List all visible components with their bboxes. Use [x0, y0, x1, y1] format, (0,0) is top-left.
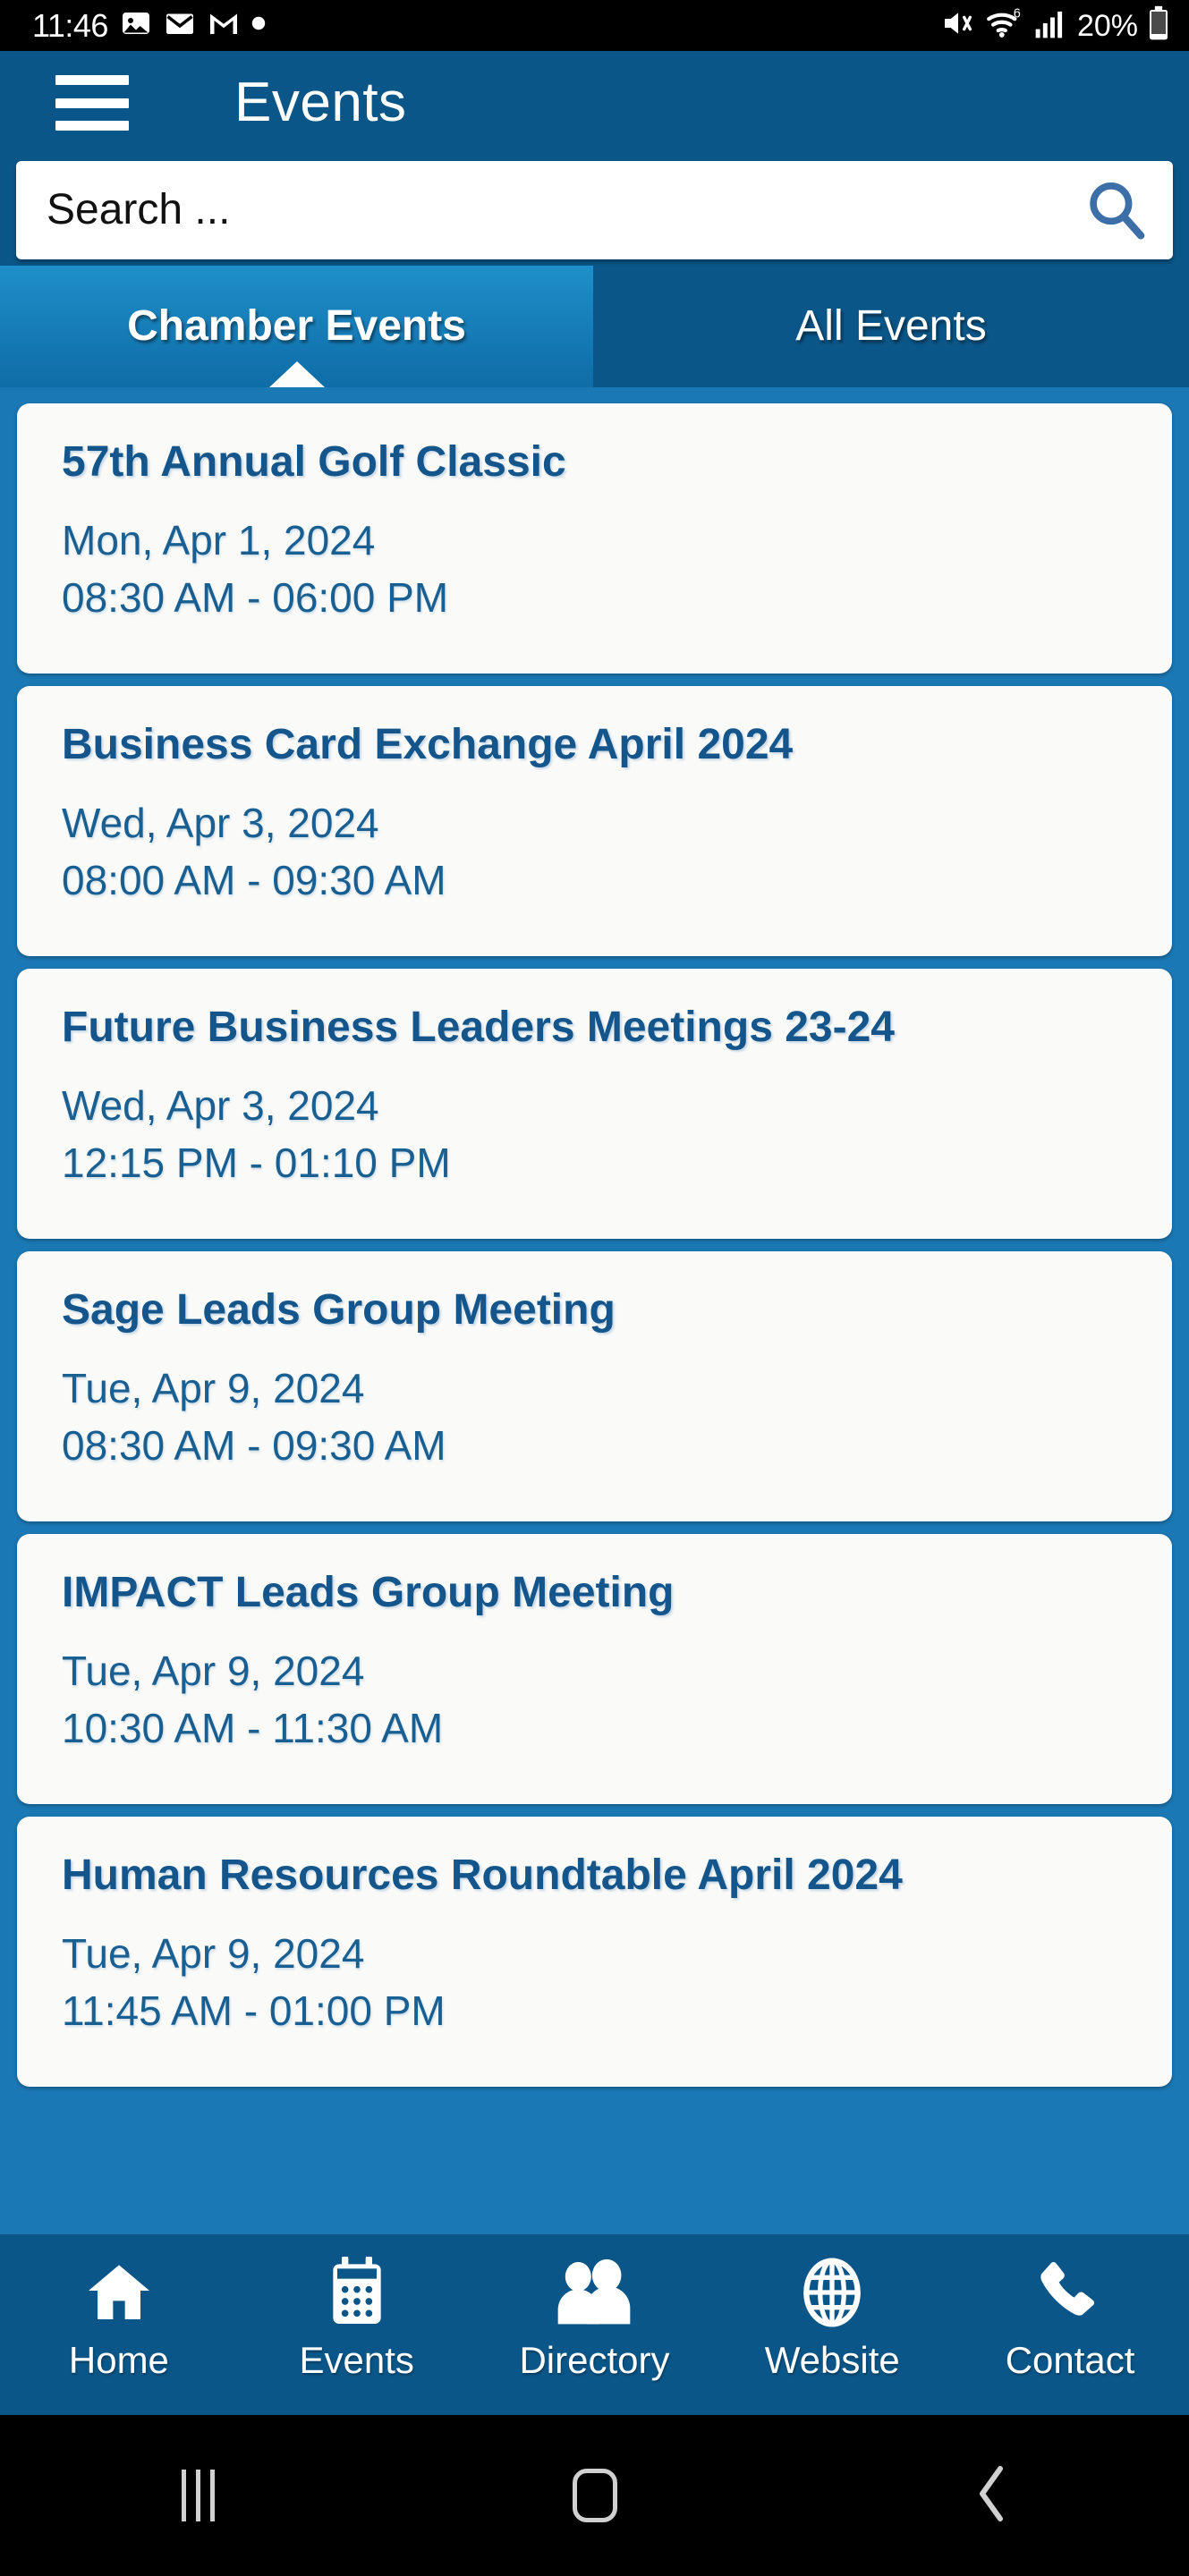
photos-icon — [120, 7, 152, 44]
event-title: Business Card Exchange April 2024 — [62, 721, 794, 768]
event-date: Wed, Apr 3, 2024 — [62, 1081, 379, 1129]
event-card[interactable]: Business Card Exchange April 2024 Wed, A… — [17, 686, 1172, 956]
event-card[interactable]: Sage Leads Group Meeting Tue, Apr 9, 202… — [17, 1251, 1172, 1521]
nav-item-contact-label: Contact — [1005, 2339, 1135, 2381]
event-title: Future Business Leaders Meetings 23-24 — [62, 1004, 895, 1051]
tab-chamber-events-label: Chamber Events — [127, 302, 466, 350]
active-tab-pointer-icon — [268, 361, 326, 388]
event-title: 57th Annual Golf Classic — [62, 438, 566, 486]
search-input[interactable]: Search ... — [16, 161, 1173, 259]
event-card[interactable]: 57th Annual Golf Classic Mon, Apr 1, 202… — [17, 403, 1172, 674]
event-date: Wed, Apr 3, 2024 — [62, 799, 379, 846]
recents-bar — [210, 2470, 215, 2521]
event-time: 10:30 AM - 11:30 AM — [62, 1704, 444, 1751]
event-time: 12:15 PM - 01:10 PM — [62, 1139, 451, 1186]
event-date: Mon, Apr 1, 2024 — [62, 516, 376, 564]
tab-all-events-label: All Events — [795, 302, 987, 350]
recents-button[interactable] — [118, 2442, 279, 2549]
nav-item-website-label: Website — [764, 2339, 900, 2381]
globe-icon — [796, 2254, 868, 2331]
battery-percent-label: 20% — [1076, 8, 1138, 43]
app-header-bar: Events — [0, 51, 1189, 155]
hamburger-line — [55, 75, 129, 85]
android-status-bar: 11:46 6 20% — [0, 0, 1189, 51]
search-icon[interactable] — [1083, 177, 1150, 243]
hamburger-line — [55, 121, 129, 131]
nav-item-directory[interactable]: Directory — [476, 2234, 714, 2415]
event-title: Sage Leads Group Meeting — [62, 1286, 616, 1334]
events-list[interactable]: 57th Annual Golf Classic Mon, Apr 1, 202… — [0, 387, 1189, 2234]
event-title: IMPACT Leads Group Meeting — [62, 1569, 675, 1616]
event-card[interactable]: IMPACT Leads Group Meeting Tue, Apr 9, 2… — [17, 1534, 1172, 1804]
hamburger-line — [55, 97, 129, 108]
android-system-nav-bar — [0, 2415, 1189, 2576]
nav-item-directory-label: Directory — [519, 2339, 670, 2381]
event-time: 08:30 AM - 09:30 AM — [62, 1421, 446, 1469]
home-button[interactable] — [514, 2442, 675, 2549]
nav-item-contact[interactable]: Contact — [951, 2234, 1189, 2415]
status-bar-left: 11:46 — [32, 7, 266, 44]
recents-icon — [182, 2470, 215, 2521]
nav-item-website[interactable]: Website — [713, 2234, 951, 2415]
recents-bar — [182, 2470, 186, 2521]
mail-icon — [164, 7, 196, 44]
tab-bar: Chamber Events All Events — [0, 266, 1189, 388]
wifi-6-icon: 6 — [986, 5, 1023, 46]
event-title: Human Resources Roundtable April 2024 — [62, 1852, 903, 1899]
event-card[interactable]: Human Resources Roundtable April 2024 Tu… — [17, 1817, 1172, 2087]
event-time: 11:45 AM - 01:00 PM — [62, 1987, 446, 2034]
dot-icon — [251, 16, 266, 35]
people-icon — [553, 2254, 635, 2331]
tab-all-events[interactable]: All Events — [593, 266, 1189, 387]
status-bar-clock: 11:46 — [32, 6, 108, 44]
mute-icon — [940, 5, 976, 46]
home-icon — [81, 2254, 157, 2331]
hamburger-menu-icon[interactable] — [55, 75, 129, 131]
tab-chamber-events[interactable]: Chamber Events — [0, 266, 593, 388]
gmail-icon — [208, 7, 240, 44]
page-title: Events — [234, 72, 407, 133]
nav-item-events[interactable]: Events — [238, 2234, 476, 2415]
event-date: Tue, Apr 9, 2024 — [62, 1364, 365, 1411]
status-bar-right: 6 20% — [940, 5, 1169, 46]
search-bar-container: Search ... — [0, 155, 1189, 266]
bottom-navigation-bar: Home Events Directory Website Contact — [0, 2234, 1189, 2415]
search-placeholder: Search ... — [47, 186, 231, 233]
event-date: Tue, Apr 9, 2024 — [62, 1647, 365, 1694]
calendar-icon — [324, 2254, 390, 2331]
nav-item-home-label: Home — [68, 2339, 169, 2381]
nav-item-events-label: Events — [299, 2339, 414, 2381]
nav-item-home[interactable]: Home — [0, 2234, 238, 2415]
back-button[interactable] — [911, 2442, 1072, 2549]
home-square-icon — [572, 2469, 617, 2522]
recents-bar — [196, 2470, 200, 2521]
event-time: 08:30 AM - 06:00 PM — [62, 573, 449, 621]
battery-icon — [1148, 5, 1169, 46]
cellular-signal-icon — [1033, 7, 1067, 44]
event-date: Tue, Apr 9, 2024 — [62, 1929, 365, 1977]
phone-screen: 11:46 6 20% Events Search ... Chamber Ev… — [0, 0, 1189, 2576]
phone-icon — [1034, 2254, 1106, 2331]
event-time: 08:00 AM - 09:30 AM — [62, 856, 446, 903]
back-chevron-icon — [973, 2465, 1009, 2527]
svg-text:6: 6 — [1014, 7, 1021, 21]
event-card[interactable]: Future Business Leaders Meetings 23-24 W… — [17, 969, 1172, 1239]
